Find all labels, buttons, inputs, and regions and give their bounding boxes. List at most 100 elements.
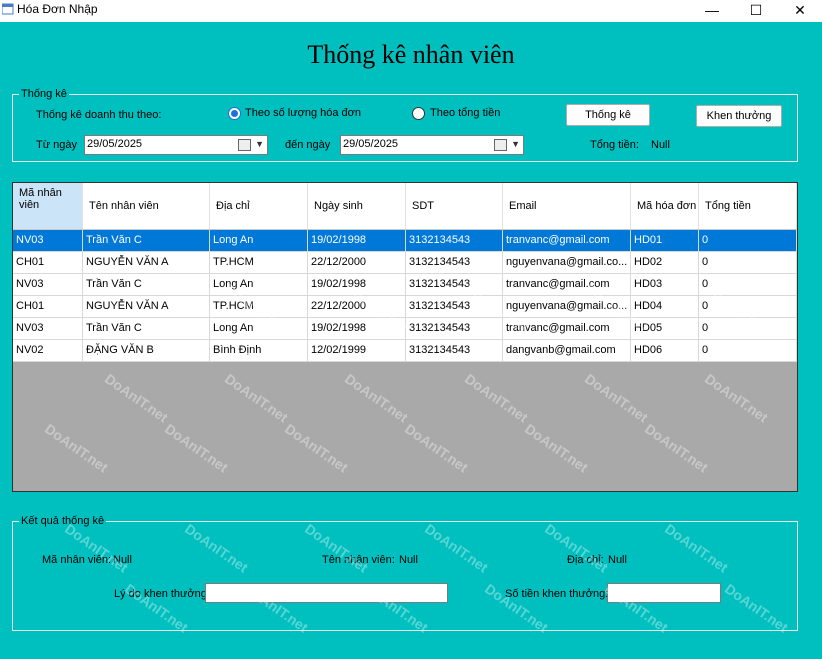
cell-total[interactable]: 0 — [699, 296, 797, 317]
cell-employee-name[interactable]: Trần Văn C — [83, 230, 210, 251]
cell-birth-date[interactable]: 19/02/1998 — [308, 274, 406, 295]
column-header-address[interactable]: Địa chỉ — [210, 183, 308, 229]
address-value: Null — [608, 554, 627, 566]
cell-employee-name[interactable]: Trần Văn C — [83, 318, 210, 339]
cell-address[interactable]: Long An — [210, 230, 308, 251]
cell-text: 3132134543 — [409, 234, 471, 246]
calendar-icon[interactable] — [494, 139, 507, 151]
cell-birth-date[interactable]: 22/12/2000 — [308, 252, 406, 273]
radio-total-label[interactable]: Theo tổng tiền — [430, 107, 500, 119]
cell-total[interactable]: 0 — [699, 318, 797, 339]
cell-text: HD02 — [634, 256, 663, 268]
cell-text: 19/02/1998 — [311, 234, 367, 246]
cell-birth-date[interactable]: 12/02/1999 — [308, 340, 406, 361]
form-client-area: Thống kê nhân viên Thống kê Thống kê doa… — [0, 22, 822, 659]
cell-address[interactable]: Long An — [210, 318, 308, 339]
cell-employee-id[interactable]: NV03 — [13, 318, 83, 339]
calendar-icon[interactable] — [238, 139, 251, 151]
column-header-invoice-id[interactable]: Mã hóa đơn — [631, 183, 699, 229]
cell-text: 0 — [702, 322, 709, 334]
cell-text: HD04 — [634, 300, 663, 312]
cell-address[interactable]: Bình Định — [210, 340, 308, 361]
statistics-button[interactable]: Thống kê — [566, 104, 650, 126]
cell-email[interactable]: tranvanc@gmail.com — [503, 318, 631, 339]
cell-total[interactable]: 0 — [699, 252, 797, 273]
cell-total[interactable]: 0 — [699, 340, 797, 361]
maximize-button[interactable]: ☐ — [734, 0, 778, 22]
cell-birth-date[interactable]: 19/02/1998 — [308, 230, 406, 251]
to-date-label: đến ngày — [285, 139, 331, 151]
cell-email[interactable]: nguyenvana@gmail.co... — [503, 296, 631, 317]
table-row[interactable]: NV03 Trần Văn C Long An 19/02/1998 313213454… — [13, 318, 797, 340]
radio-invoice-count-label[interactable]: Theo số lượng hóa đơn — [245, 107, 361, 119]
table-row[interactable]: NV03 Trần Văn C Long An 19/02/1998 313213454… — [13, 230, 797, 252]
cell-invoice-id[interactable]: HD06 — [631, 340, 699, 361]
cell-email[interactable]: nguyenvana@gmail.co... — [503, 252, 631, 273]
to-date-value: 29/05/2025 — [343, 138, 399, 150]
table-row[interactable]: NV02 ĐẶNG VĂN B Bình Định 12/02/1999 3132134… — [13, 340, 797, 362]
to-date-picker[interactable]: 29/05/2025 ▼ — [340, 135, 524, 155]
cell-address[interactable]: Long An — [210, 274, 308, 295]
cell-employee-name[interactable]: NGUYỄN VĂN A — [83, 252, 210, 273]
cell-phone[interactable]: 3132134543 — [406, 340, 503, 361]
cell-phone[interactable]: 3132134543 — [406, 252, 503, 273]
cell-email[interactable]: dangvanb@gmail.com — [503, 340, 631, 361]
employee-data-grid[interactable]: Mã nhân viên Tên nhân viên Địa chỉ Ngày … — [12, 182, 798, 492]
cell-phone[interactable]: 3132134543 — [406, 296, 503, 317]
cell-text: CH01 — [16, 256, 45, 268]
column-header-phone[interactable]: SDT — [406, 183, 503, 229]
cell-employee-name[interactable]: Trần Văn C — [83, 274, 210, 295]
cell-employee-id[interactable]: NV02 — [13, 340, 83, 361]
from-date-picker[interactable]: 29/05/2025 ▼ — [84, 135, 268, 155]
cell-employee-id[interactable]: CH01 — [13, 296, 83, 317]
employee-name-value: Null — [399, 554, 418, 566]
close-button[interactable]: ✕ — [778, 0, 822, 22]
cell-text: Long An — [213, 234, 254, 246]
table-row[interactable]: CH01 NGUYỄN VĂN A TP.HCM 22/12/2000 31321345… — [13, 252, 797, 274]
cell-invoice-id[interactable]: HD01 — [631, 230, 699, 251]
cell-address[interactable]: TP.HCM — [210, 252, 308, 273]
cell-total[interactable]: 0 — [699, 230, 797, 251]
chevron-down-icon[interactable]: ▼ — [511, 139, 520, 149]
cell-phone[interactable]: 3132134543 — [406, 230, 503, 251]
column-header-employee-id[interactable]: Mã nhân viên — [13, 183, 83, 229]
cell-birth-date[interactable]: 22/12/2000 — [308, 296, 406, 317]
minimize-button[interactable]: — — [690, 0, 734, 22]
reward-button[interactable]: Khen thưởng — [696, 105, 782, 127]
cell-employee-name[interactable]: ĐẶNG VĂN B — [83, 340, 210, 361]
cell-text: NV03 — [16, 322, 44, 334]
cell-total[interactable]: 0 — [699, 274, 797, 295]
reward-reason-input[interactable] — [205, 583, 448, 603]
cell-text: 3132134543 — [409, 344, 471, 356]
column-header-total[interactable]: Tổng tiền — [699, 183, 797, 229]
radio-invoice-count[interactable] — [228, 107, 241, 120]
column-header-birth-date[interactable]: Ngày sinh — [308, 183, 406, 229]
cell-email[interactable]: tranvanc@gmail.com — [503, 230, 631, 251]
cell-employee-id[interactable]: NV03 — [13, 230, 83, 251]
table-row[interactable]: NV03 Trần Văn C Long An 19/02/1998 313213454… — [13, 274, 797, 296]
cell-employee-name[interactable]: NGUYỄN VĂN A — [83, 296, 210, 317]
cell-employee-id[interactable]: NV03 — [13, 274, 83, 295]
cell-text: 19/02/1998 — [311, 278, 367, 290]
cell-phone[interactable]: 3132134543 — [406, 274, 503, 295]
cell-phone[interactable]: 3132134543 — [406, 318, 503, 339]
cell-text: 0 — [702, 300, 709, 312]
cell-invoice-id[interactable]: HD04 — [631, 296, 699, 317]
cell-text: HD03 — [634, 278, 663, 290]
cell-invoice-id[interactable]: HD05 — [631, 318, 699, 339]
result-legend: Kết quả thống kê — [21, 515, 105, 527]
cell-text: 3132134543 — [409, 278, 471, 290]
reward-amount-input[interactable] — [607, 583, 721, 603]
cell-invoice-id[interactable]: HD03 — [631, 274, 699, 295]
cell-employee-id[interactable]: CH01 — [13, 252, 83, 273]
column-header-employee-name[interactable]: Tên nhân viên — [83, 183, 210, 229]
cell-text: tranvanc@gmail.com — [506, 322, 610, 334]
column-header-email[interactable]: Email — [503, 183, 631, 229]
chevron-down-icon[interactable]: ▼ — [255, 139, 264, 149]
cell-invoice-id[interactable]: HD02 — [631, 252, 699, 273]
cell-address[interactable]: TP.HCM — [210, 296, 308, 317]
table-row[interactable]: CH01 NGUYỄN VĂN A TP.HCM 22/12/2000 31321345… — [13, 296, 797, 318]
radio-total[interactable] — [412, 107, 425, 120]
cell-birth-date[interactable]: 19/02/1998 — [308, 318, 406, 339]
cell-email[interactable]: tranvanc@gmail.com — [503, 274, 631, 295]
